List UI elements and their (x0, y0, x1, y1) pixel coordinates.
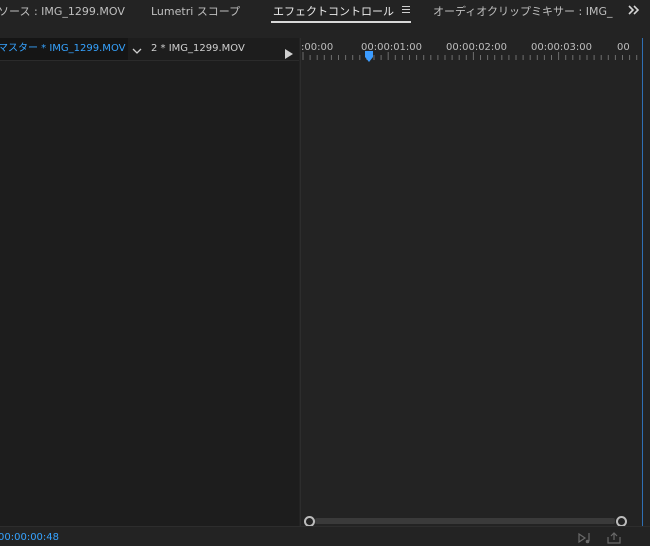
playhead-icon[interactable] (364, 47, 374, 62)
master-clip-label: マスター * IMG_1299.MOV (0, 43, 126, 54)
tab-lumetri-scopes[interactable]: Lumetri スコープ (151, 4, 240, 20)
timeline-zoom-scrollbar[interactable] (304, 515, 627, 527)
export-icon[interactable] (606, 530, 622, 544)
effect-controls-window: ソース : IMG_1299.MOV Lumetri スコープ エフェクトコント… (0, 0, 650, 546)
status-bar: 00:00:00:48 (0, 526, 650, 546)
sequence-clip-label[interactable]: 2 * IMG_1299.MOV (151, 38, 245, 60)
chevron-down-icon[interactable] (131, 42, 143, 54)
master-clip-tab[interactable]: マスター * IMG_1299.MOV (0, 38, 128, 60)
tab-effect-controls[interactable]: エフェクトコントロール (273, 4, 394, 20)
chevron-double-right-icon[interactable] (627, 3, 641, 17)
current-timecode[interactable]: 00:00:00:48 (0, 531, 59, 545)
tab-audio-clip-mixer[interactable]: オーディオクリップミキサー : IMG_ (433, 4, 612, 20)
play-icon[interactable] (285, 44, 293, 59)
tab-source[interactable]: ソース : IMG_1299.MOV (0, 4, 125, 20)
filter-audio-icon[interactable] (578, 530, 594, 544)
active-tab-indicator (271, 21, 411, 23)
hamburger-menu-icon[interactable] (402, 6, 410, 14)
effect-timeline-panel[interactable]: :00:00 00:00:01:00 00:00:02:00 00:00:03:… (300, 38, 643, 527)
zoom-scroll-bar[interactable] (315, 518, 615, 524)
panel-focus-edge (642, 38, 643, 546)
effects-list-panel: マスター * IMG_1299.MOV 2 * IMG_1299.MOV (0, 38, 299, 526)
time-ruler-ticks[interactable] (301, 50, 643, 62)
clip-selector-header: マスター * IMG_1299.MOV 2 * IMG_1299.MOV (0, 38, 299, 61)
panel-tab-bar: ソース : IMG_1299.MOV Lumetri スコープ エフェクトコント… (0, 0, 650, 30)
